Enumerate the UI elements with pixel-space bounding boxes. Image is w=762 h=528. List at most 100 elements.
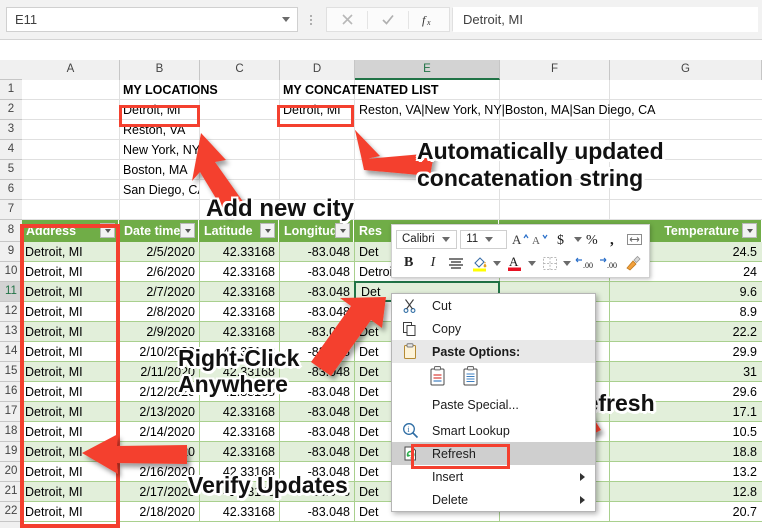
table-row[interactable]: -83.048 <box>280 442 353 461</box>
table-row[interactable]: 31 <box>610 362 760 381</box>
row-header-16[interactable]: 16 <box>0 382 22 402</box>
shrink-font-icon[interactable]: A <box>531 229 551 249</box>
paste-values-icon[interactable] <box>461 365 480 392</box>
font-size-combo[interactable]: 11 <box>460 230 507 249</box>
font-color-icon[interactable]: A <box>503 253 526 273</box>
column-header-f[interactable]: F <box>500 60 610 80</box>
column-header-g[interactable]: G <box>610 60 762 80</box>
table-row[interactable]: -83.048 <box>280 302 353 321</box>
table-row[interactable]: 2/5/2020 <box>120 242 198 261</box>
table-row[interactable]: 2/7/2020 <box>120 282 198 301</box>
table-row[interactable]: 42.33168 <box>200 262 278 281</box>
row-header-10[interactable]: 10 <box>0 262 22 282</box>
table-row[interactable]: 2/17/2020 <box>120 482 198 501</box>
row-header-7[interactable]: 7 <box>0 200 22 220</box>
table-row[interactable]: -83.048 <box>280 422 353 441</box>
table-row[interactable]: 9.6 <box>610 282 760 301</box>
table-row[interactable]: 2/6/2020 <box>120 262 198 281</box>
row-header-21[interactable]: 21 <box>0 482 22 502</box>
table-row[interactable]: 2/8/2020 <box>120 302 198 321</box>
row-header-3[interactable]: 3 <box>0 120 22 140</box>
table-row[interactable]: 2/14/2020 <box>120 422 198 441</box>
row-header-2[interactable]: 2 <box>0 100 22 120</box>
cell-d1-my-concatenated-list[interactable]: MY CONCATENATED LIST <box>280 80 480 99</box>
cell-b5-location[interactable]: Boston, MA <box>120 160 199 179</box>
chevron-down-icon[interactable] <box>439 231 453 248</box>
name-box-dropdown-icon[interactable] <box>275 8 297 31</box>
italic-icon[interactable]: I <box>421 253 444 273</box>
format-painter-icon[interactable] <box>622 253 645 273</box>
table-row[interactable]: 2/15/2020 <box>120 442 198 461</box>
filter-dropdown-temperature-icon[interactable] <box>742 223 757 238</box>
row-header-17[interactable]: 17 <box>0 402 22 422</box>
comma-style-icon[interactable]: , <box>604 229 624 249</box>
formula-bar-handle-icon[interactable] <box>306 11 316 29</box>
chevron-down-icon[interactable] <box>482 231 496 248</box>
cell-b6-location[interactable]: San Diego, CA <box>120 180 199 199</box>
fx-icon[interactable]: f x <box>409 8 449 31</box>
row-header-14[interactable]: 14 <box>0 342 22 362</box>
paste-keep-formatting-icon[interactable] <box>428 365 447 392</box>
wrap-text-icon[interactable] <box>625 229 645 249</box>
cell-b1-my-locations[interactable]: MY LOCATIONS <box>120 80 280 99</box>
currency-icon[interactable]: $ <box>552 229 572 249</box>
borders-dropdown-icon[interactable] <box>561 253 573 273</box>
row-header-5[interactable]: 5 <box>0 160 22 180</box>
row-header-9[interactable]: 9 <box>0 242 22 262</box>
row-header-1[interactable]: 1 <box>0 80 22 100</box>
font-color-dropdown-icon[interactable] <box>526 253 538 273</box>
table-row[interactable]: 2/13/2020 <box>120 402 198 421</box>
table-row[interactable]: 42.33168 <box>200 422 278 441</box>
cell-b4-location[interactable]: New York, NY <box>120 140 199 159</box>
table-row[interactable]: 20.7 <box>610 502 760 521</box>
cancel-icon[interactable] <box>327 8 367 31</box>
row-header-12[interactable]: 12 <box>0 302 22 322</box>
context-menu-item-paste-special[interactable]: Paste Special... <box>392 393 595 416</box>
table-row[interactable]: 10.5 <box>610 422 760 441</box>
row-header-13[interactable]: 13 <box>0 322 22 342</box>
row-header-4[interactable]: 4 <box>0 140 22 160</box>
grow-font-icon[interactable]: A <box>511 229 531 249</box>
table-row[interactable]: 8.9 <box>610 302 760 321</box>
row-header-19[interactable]: 19 <box>0 442 22 462</box>
table-row[interactable]: 2/18/2020 <box>120 502 198 521</box>
fill-color-icon[interactable] <box>468 253 491 273</box>
name-box[interactable]: E11 <box>6 7 298 32</box>
column-header-c[interactable]: C <box>200 60 280 80</box>
filter-dropdown-latitude-icon[interactable] <box>260 223 275 238</box>
row-header-18[interactable]: 18 <box>0 422 22 442</box>
increase-decimal-icon[interactable]: .00 <box>573 253 597 273</box>
filter-dropdown-longitude-icon[interactable] <box>335 223 350 238</box>
row-header-11[interactable]: 11 <box>0 282 22 302</box>
confirm-icon[interactable] <box>368 8 408 31</box>
filter-dropdown-date-icon[interactable] <box>180 223 195 238</box>
table-row[interactable]: 42.33168 <box>200 242 278 261</box>
row-header-15[interactable]: 15 <box>0 362 22 382</box>
table-row[interactable]: 18.8 <box>610 442 760 461</box>
table-row[interactable]: -83.048 <box>280 502 353 521</box>
table-row[interactable]: -83.048 <box>280 382 353 401</box>
fill-color-dropdown-icon[interactable] <box>491 253 503 273</box>
table-row[interactable]: 42.33168 <box>200 442 278 461</box>
table-row[interactable]: 42.33168 <box>200 402 278 421</box>
column-header-a[interactable]: A <box>22 60 120 80</box>
table-row[interactable]: 42.33168 <box>200 302 278 321</box>
table-row[interactable]: 13.2 <box>610 462 760 481</box>
context-menu[interactable]: Cut Copy Paste Options: <box>391 293 596 512</box>
row-header-6[interactable]: 6 <box>0 180 22 200</box>
borders-icon[interactable] <box>538 253 561 273</box>
table-row[interactable]: -83.048 <box>280 262 353 281</box>
context-menu-item-copy[interactable]: Copy <box>392 317 595 340</box>
mini-format-toolbar[interactable]: Calibri 11 A A $ % , <box>391 224 650 278</box>
context-menu-item-smart-lookup[interactable]: i Smart Lookup <box>392 419 595 442</box>
table-row[interactable]: 22.2 <box>610 322 760 341</box>
table-row[interactable]: 29.9 <box>610 342 760 361</box>
row-header-20[interactable]: 20 <box>0 462 22 482</box>
table-row[interactable]: 2/16/2020 <box>120 462 198 481</box>
table-row[interactable]: 42.33168 <box>200 282 278 301</box>
decrease-decimal-icon[interactable]: .00 <box>597 253 621 273</box>
column-header-e[interactable]: E <box>355 60 500 80</box>
font-name-combo[interactable]: Calibri <box>396 230 457 249</box>
row-header-8[interactable]: 8 <box>0 220 22 242</box>
table-row[interactable]: -83.048 <box>280 322 353 341</box>
